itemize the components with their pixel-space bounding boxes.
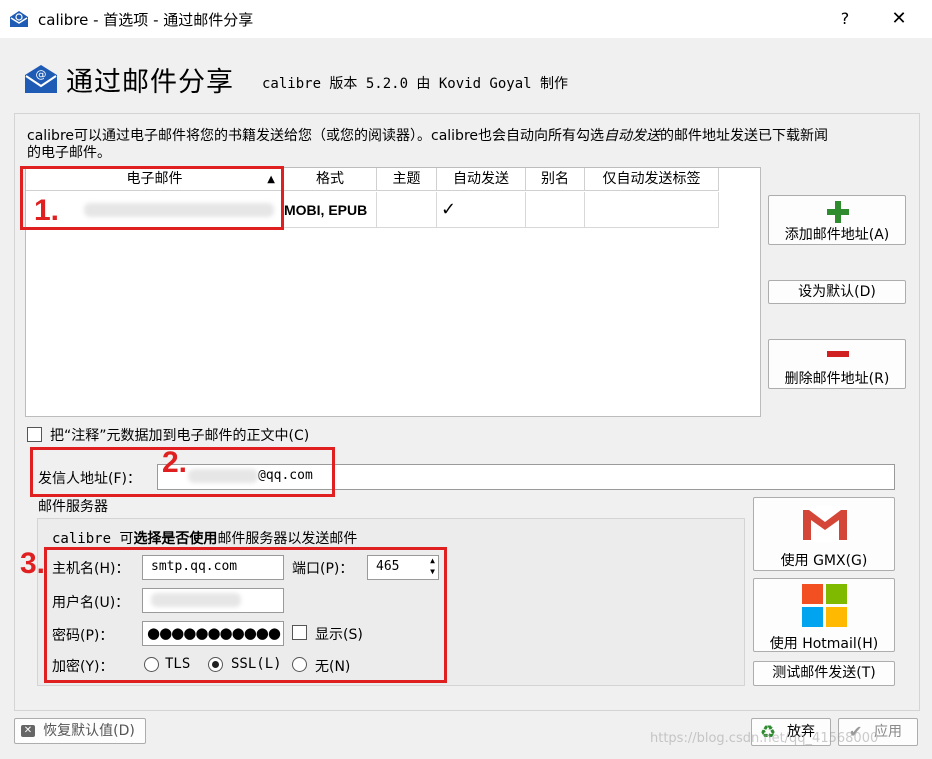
annotation-number-3: 3. bbox=[20, 547, 46, 580]
test-email-button[interactable]: 测试邮件发送(T) bbox=[753, 661, 895, 686]
calibre-app-icon bbox=[8, 8, 30, 30]
column-header-subject[interactable]: 主题 bbox=[377, 168, 437, 191]
description-text-b: 的邮件地址发送已下载新闻 bbox=[660, 128, 829, 144]
svg-text:@: @ bbox=[36, 68, 47, 81]
description-line-1: calibre可以通过电子邮件将您的书籍发送给您（或您的阅读器）。calibre… bbox=[27, 125, 828, 145]
column-header-auto-send[interactable]: 自动发送 bbox=[437, 168, 526, 191]
add-email-label: 添加邮件地址(A) bbox=[784, 227, 890, 243]
add-email-button[interactable]: 添加邮件地址(A) bbox=[768, 195, 906, 245]
use-hotmail-button[interactable]: 使用 Hotmail(H) bbox=[753, 578, 895, 652]
set-default-button[interactable]: 设为默认(D) bbox=[768, 280, 906, 304]
table-cell-tags[interactable] bbox=[585, 192, 719, 228]
use-hotmail-label: 使用 Hotmail(H) bbox=[769, 636, 879, 652]
table-cell-auto-send[interactable]: ✓ bbox=[437, 192, 526, 228]
watermark: https://blog.csdn.net/qq_41568000 bbox=[650, 731, 879, 746]
gmail-logo-icon bbox=[801, 506, 849, 542]
window-title: calibre - 首选项 - 通过邮件分享 bbox=[38, 11, 254, 29]
description-italic: 自动发送 bbox=[604, 128, 661, 144]
restore-icon: ✕ bbox=[21, 725, 35, 737]
add-comments-label: 把“注释”元数据加到电子邮件的正文中(C) bbox=[50, 428, 310, 444]
column-header-format[interactable]: 格式 bbox=[284, 168, 377, 191]
use-gmx-button[interactable]: 使用 GMX(G) bbox=[753, 497, 895, 571]
annotation-number-1: 1. bbox=[34, 194, 60, 227]
help-button[interactable]: ? bbox=[832, 6, 858, 32]
table-cell-subject[interactable] bbox=[377, 192, 437, 228]
table-cell-formats[interactable]: MOBI, EPUB bbox=[284, 192, 377, 228]
annotation-number-2: 2. bbox=[162, 446, 188, 479]
minus-icon bbox=[827, 351, 849, 357]
restore-defaults-label: 恢复默认值(D) bbox=[43, 723, 135, 739]
mail-server-intro-bold: 选择是否使用 bbox=[133, 531, 218, 547]
annotation-box-3 bbox=[44, 547, 447, 683]
restore-defaults-button[interactable]: ✕ 恢复默认值(D) bbox=[14, 718, 146, 744]
plus-icon bbox=[827, 201, 849, 223]
column-header-alias[interactable]: 别名 bbox=[526, 168, 585, 191]
annotation-box-1 bbox=[20, 166, 284, 230]
column-header-tags[interactable]: 仅自动发送标签 bbox=[585, 168, 719, 191]
windows-logo-icon bbox=[802, 584, 847, 627]
description-text-a: calibre可以通过电子邮件将您的书籍发送给您（或您的阅读器）。calibre… bbox=[27, 128, 605, 144]
email-envelope-icon: @ bbox=[24, 64, 58, 94]
add-comments-checkbox[interactable] bbox=[27, 427, 42, 442]
mail-server-intro: calibre 可选择是否使用邮件服务器以发送邮件 bbox=[52, 531, 358, 547]
close-button[interactable]: ✕ bbox=[884, 6, 914, 32]
use-gmx-label: 使用 GMX(G) bbox=[780, 553, 868, 569]
page-title: 通过邮件分享 bbox=[66, 67, 234, 98]
mail-server-group-label: 邮件服务器 bbox=[38, 499, 108, 515]
checkmark-icon: ✓ bbox=[441, 199, 457, 220]
version-text: calibre 版本 5.2.0 由 Kovid Goyal 制作 bbox=[262, 76, 569, 92]
table-cell-alias[interactable] bbox=[526, 192, 585, 228]
description-line-2: 的电子邮件。 bbox=[27, 145, 111, 161]
remove-email-label: 删除邮件地址(R) bbox=[784, 371, 890, 387]
remove-email-button[interactable]: 删除邮件地址(R) bbox=[768, 339, 906, 389]
